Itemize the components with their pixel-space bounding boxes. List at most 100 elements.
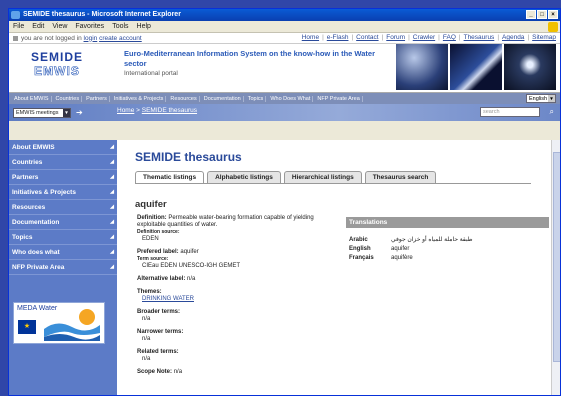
toplink-forum[interactable]: Forum [386,34,405,41]
toplink-crawler[interactable]: Crawler [413,34,435,41]
water-drop-photo [504,44,556,90]
toplink-faq[interactable]: FAQ [443,34,456,41]
banner-photos [396,44,556,90]
user-bar: you are not logged in login create accou… [9,33,560,44]
tab-divider [135,183,531,184]
toplink-thesaurus[interactable]: Thesaurus [464,34,495,41]
preferred-label: Prefered label: aquifer [137,249,199,255]
windows-logo-icon [548,22,558,32]
banner-title: Euro-Mediterranean Information System on… [124,49,375,68]
login-link[interactable]: login [84,35,98,42]
sidebar-item-countries[interactable]: Countries ◢ [9,155,117,170]
nav-topics[interactable]: Topics [246,95,267,102]
top-navigation: About EMWIS Countries Partners Initiativ… [9,93,560,104]
broader-terms: n/a [142,316,151,322]
menu-tools[interactable]: Tools [112,23,128,30]
ie-icon [11,11,20,19]
nav-initiatives[interactable]: Initiatives & Projects [112,95,167,102]
nav-nfp-private[interactable]: NFP Private Area [315,95,363,102]
breadcrumb-current[interactable]: SEMIDE thesaurus [142,107,197,114]
arrow-icon: ◢ [110,219,114,225]
nav-partners[interactable]: Partners [84,95,110,102]
menu-edit[interactable]: Edit [32,23,44,30]
sidebar-item-initiatives[interactable]: Initiatives & Projects ◢ [9,185,117,200]
search-input[interactable]: search [480,107,540,117]
site-banner: SEMIDE EMWIS Euro-Mediterranean Informat… [9,44,560,93]
tab-thematic-listings[interactable]: Thematic listings [135,171,205,183]
earth-photo [396,44,448,90]
narrower-terms-label: Narrower terms: [137,329,184,335]
arrow-icon: ◢ [110,144,114,150]
nav-resources[interactable]: Resources [168,95,200,102]
sidebar-item-resources[interactable]: Resources ◢ [9,200,117,215]
nav-documentation[interactable]: Documentation [202,95,244,102]
related-terms: n/a [142,356,151,362]
translations-panel: Translations Arabic طبقة حاملة للمياه أو … [346,217,549,263]
chevron-down-icon: ▾ [548,95,555,102]
translation-row: English aquifer [349,246,410,252]
nav-who-does-what[interactable]: Who Does What [268,95,314,102]
arrow-icon: ◢ [110,189,114,195]
toplink-contact[interactable]: Contact [356,34,378,41]
menu-view[interactable]: View [52,23,67,30]
theme-link[interactable]: DRINKING WATER [142,296,194,302]
definition-source-label: Definition source: [137,229,180,235]
menu-help[interactable]: Help [137,23,151,30]
tab-thesaurus-search[interactable]: Thesaurus search [364,171,437,183]
sidebar-item-nfp-private[interactable]: NFP Private Area ◢ [9,260,117,275]
sidebar-item-partners[interactable]: Partners ◢ [9,170,117,185]
search-icon[interactable]: ⌕ [550,107,554,117]
narrower-terms: n/a [142,336,151,342]
tab-alphabetic-listings[interactable]: Alphabetic listings [207,171,281,183]
translation-row: Arabic طبقة حاملة للمياه أو خزان جوفي [349,237,473,243]
definition-source: EDEN [142,236,159,242]
meda-water-banner[interactable]: MEDA Water ★ [13,302,105,344]
browser-window: SEMIDE thesaurus - Microsoft Internet Ex… [8,8,561,396]
breadcrumb-home[interactable]: Home [117,107,134,114]
toplink-eflash[interactable]: e-Flash [327,34,349,41]
nav-about[interactable]: About EMWIS [12,95,52,102]
menu-file[interactable]: File [13,23,24,30]
menu-bar: File Edit View Favorites Tools Help [9,21,560,33]
alternative-label: Alternative label: n/a [137,276,196,282]
meetings-select[interactable]: EMWIS meetings ▾ [13,107,71,118]
definition: Definition: Permeable water-bearing form… [137,215,314,228]
go-arrow-icon[interactable]: ➔ [76,108,83,117]
vertical-scrollbar[interactable] [551,140,560,395]
toplink-home[interactable]: Home [302,34,319,41]
toplink-sitemap[interactable]: Sitemap [532,34,556,41]
language-select[interactable]: English ▾ [526,94,556,103]
maximize-button[interactable]: □ [537,10,547,19]
scrollbar-thumb[interactable] [553,152,560,362]
scope-note: Scope Note: n/a [137,369,183,375]
sidebar-item-documentation[interactable]: Documentation ◢ [9,215,117,230]
sidebar-item-about[interactable]: About EMWIS ◢ [9,140,117,155]
semide-logo[interactable]: SEMIDE EMWIS [9,44,105,93]
sidebar: About EMWIS ◢ Countries ◢ Partners ◢ Initia… [9,140,117,395]
related-terms-label: Related terms: [137,349,179,355]
nav-countries[interactable]: Countries [54,95,83,102]
main-content: SEMIDE thesaurus Thematic listings Alpha… [117,140,551,395]
user-icon [13,35,18,41]
sidebar-item-topics[interactable]: Topics ◢ [9,230,117,245]
banner-subtitle: International portal [124,70,178,77]
breadcrumb: Home > SEMIDE thesaurus [117,107,198,114]
tab-hierarchical-listings[interactable]: Hierarchical listings [283,171,362,183]
toplink-agenda[interactable]: Agenda [502,34,524,41]
page-title: SEMIDE thesaurus [135,150,242,164]
window-title: SEMIDE thesaurus - Microsoft Internet Ex… [23,11,181,18]
create-account-link[interactable]: create account [99,35,142,42]
banner-text: Euro-Mediterranean Information System on… [124,49,394,79]
arrow-icon: ◢ [110,204,114,210]
close-button[interactable]: × [548,10,558,19]
sidebar-item-who-does-what[interactable]: Who does what ◢ [9,245,117,260]
minimize-button[interactable]: _ [526,10,536,19]
meda-water-logo-icon [44,309,100,341]
translations-table: Arabic طبقة حاملة للمياه أو خزان جوفي Eng… [346,236,476,263]
menu-favorites[interactable]: Favorites [75,23,104,30]
login-status: you are not logged in [21,34,82,42]
title-bar: SEMIDE thesaurus - Microsoft Internet Ex… [9,9,560,21]
themes-label: Themes: [137,289,162,295]
arrow-icon: ◢ [110,264,114,270]
eu-flag-icon: ★ [18,320,36,334]
